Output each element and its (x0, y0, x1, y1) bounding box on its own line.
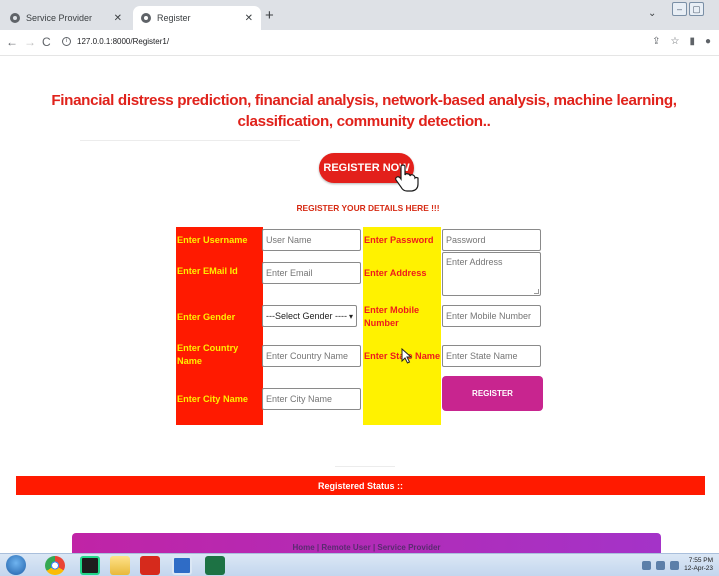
footer-nav: Home | Remote User | Service Provider (72, 533, 661, 553)
address-placeholder: Enter Address (446, 257, 503, 267)
clock[interactable]: 7:55 PM 12-Apr-23 (684, 557, 713, 573)
address-label: Enter Address (364, 267, 427, 278)
tab-service-provider[interactable]: Service Provider ✕ (2, 6, 130, 30)
tab-register[interactable]: Register ✕ (133, 6, 261, 30)
gender-select[interactable]: ---Select Gender ---- ▾ (262, 305, 357, 327)
start-button[interactable] (6, 555, 26, 575)
browser-tab-bar: Service Provider ✕ Register ✕ + ⌄ – ▢ (0, 0, 719, 30)
star-icon[interactable]: ☆ (670, 36, 679, 47)
cursor-icon (401, 348, 413, 364)
share-icon[interactable]: ⇪ (652, 36, 660, 47)
close-icon[interactable]: ✕ (245, 13, 253, 24)
toolbar-icons: ⇪ ☆ ▮ ● (652, 36, 711, 47)
divider (335, 466, 395, 467)
form-subtitle: REGISTER YOUR DETAILS HERE !!! (296, 203, 440, 213)
email-label: Enter EMail Id (177, 265, 238, 276)
globe-icon (10, 13, 20, 23)
folder-icon[interactable] (110, 556, 130, 575)
window-controls: – ▢ (672, 2, 704, 16)
volume-icon[interactable] (656, 560, 666, 570)
divider (80, 140, 300, 141)
tab-label: Register (157, 13, 191, 23)
clock-time: 7:55 PM (688, 557, 713, 564)
info-icon[interactable]: i (62, 37, 71, 46)
country-input[interactable]: Enter Country Name (262, 345, 361, 367)
tab-search-icon[interactable]: ⌄ (648, 8, 656, 19)
taskbar: 7:55 PM 12-Apr-23 (0, 553, 719, 576)
pycharm-icon[interactable] (80, 556, 100, 575)
page-title: Financial distress prediction, financial… (51, 92, 677, 130)
flag-icon[interactable] (670, 560, 680, 570)
new-tab-button[interactable]: + (265, 7, 274, 24)
gender-selected-value: ---Select Gender ---- (266, 311, 348, 321)
resize-handle-icon[interactable] (534, 289, 539, 294)
url-text: 127.0.0.1:8000/Register1/ (77, 37, 170, 46)
footer-links[interactable]: Home | Remote User | Service Provider (292, 543, 440, 552)
minimize-button[interactable]: – (672, 2, 687, 16)
chrome-icon[interactable] (45, 556, 65, 575)
register-button[interactable]: REGISTER (442, 376, 543, 411)
country-label: Enter Country Name (177, 343, 239, 366)
acrobat-icon[interactable] (140, 556, 160, 575)
profile-icon[interactable]: ● (705, 36, 711, 47)
sidebar-icon[interactable]: ▮ (689, 36, 695, 47)
reload-icon[interactable]: C (42, 35, 51, 49)
address-bar: ← → C i 127.0.0.1:8000/Register1/ ⇪ ☆ ▮ … (0, 30, 719, 56)
url-field[interactable]: i 127.0.0.1:8000/Register1/ (62, 37, 169, 46)
gender-label: Enter Gender (177, 311, 236, 322)
globe-icon (141, 13, 151, 23)
state-input[interactable]: Enter State Name (442, 345, 541, 367)
close-icon[interactable]: ✕ (114, 13, 122, 24)
tab-label: Service Provider (26, 13, 93, 23)
app-icon[interactable] (172, 556, 192, 575)
excel-icon[interactable] (205, 556, 225, 575)
forward-arrow-icon[interactable]: → (24, 35, 36, 49)
mobile-label: Enter Mobile Number (364, 305, 420, 328)
network-icon[interactable] (642, 560, 652, 570)
password-label: Enter Password (364, 234, 434, 245)
username-input[interactable]: User Name (262, 229, 361, 251)
maximize-button[interactable]: ▢ (689, 2, 704, 16)
clock-date: 12-Apr-23 (684, 565, 713, 572)
password-input[interactable]: Password (442, 229, 541, 251)
city-label: Enter City Name (177, 393, 248, 404)
chevron-down-icon: ▾ (348, 311, 353, 321)
hand-pointer-icon (395, 164, 419, 192)
username-label: Enter Username (177, 234, 248, 245)
address-textarea[interactable]: Enter Address (442, 252, 541, 296)
email-input[interactable]: Enter Email (262, 262, 361, 284)
system-tray: 7:55 PM 12-Apr-23 (642, 557, 713, 573)
mobile-input[interactable]: Enter Mobile Number (442, 305, 541, 327)
back-arrow-icon[interactable]: ← (6, 35, 18, 49)
city-input[interactable]: Enter City Name (262, 388, 361, 410)
registered-status-bar: Registered Status :: (16, 476, 705, 495)
